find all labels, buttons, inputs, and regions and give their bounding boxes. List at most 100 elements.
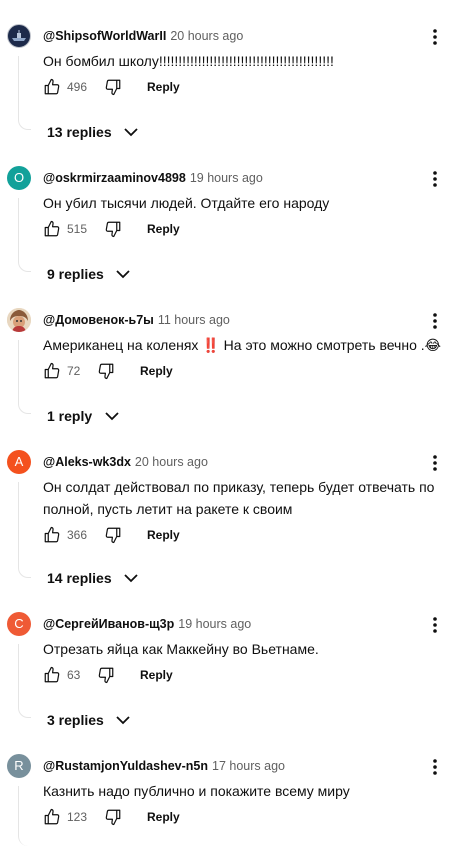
comment: С @СергейИванов-щ3р 19 hours ago Отрезать… — [0, 612, 464, 732]
comment-author[interactable]: @RustamjonYuldashev-n5n — [43, 759, 208, 773]
comment-header: @RustamjonYuldashev-n5n 17 hours ago — [43, 758, 285, 774]
comment-text-part: На это можно смотреть вечно . — [219, 337, 425, 353]
thread-line — [18, 198, 31, 272]
thumb-up-icon — [44, 666, 60, 683]
thumb-up-icon — [44, 78, 60, 95]
replies-count-label: 13 replies — [47, 124, 112, 140]
comment-actions: 72 Reply — [43, 362, 203, 380]
thumb-down-icon — [105, 527, 121, 544]
comment-author[interactable]: @Aleks-wk3dx — [43, 455, 131, 469]
comment-header: @oskrmirzaaminov4898 19 hours ago — [43, 170, 263, 186]
more-actions-button[interactable] — [424, 614, 446, 636]
comment-actions: 496 Reply — [43, 78, 203, 96]
more-actions-button[interactable] — [424, 168, 446, 190]
comment-actions: 63 Reply — [43, 666, 203, 684]
reply-button[interactable]: Reply — [140, 363, 173, 379]
comment-author[interactable]: @СергейИванов-щ3р — [43, 617, 174, 631]
reply-button[interactable]: Reply — [147, 809, 180, 825]
replies-count-label: 9 replies — [47, 266, 104, 282]
comment-author[interactable]: @Домовенок-ь7ы — [43, 313, 154, 327]
reply-button[interactable]: Reply — [147, 79, 180, 95]
comment-time[interactable]: 17 hours ago — [212, 759, 285, 773]
dislike-button[interactable] — [97, 362, 115, 380]
more-vert-icon — [433, 313, 437, 329]
thread-line — [18, 644, 31, 718]
thread-line — [18, 340, 31, 414]
thumb-up-icon — [44, 526, 60, 543]
like-count: 72 — [67, 364, 81, 378]
more-vert-icon — [433, 29, 437, 45]
comment-author[interactable]: @oskrmirzaaminov4898 — [43, 171, 186, 185]
like-button[interactable] — [43, 526, 61, 544]
comment-text: Он солдат действовал по приказу, теперь … — [43, 479, 435, 517]
view-replies-button[interactable]: 9 replies — [47, 265, 131, 283]
reply-button[interactable]: Reply — [147, 221, 180, 237]
view-replies-button[interactable]: 14 replies — [47, 569, 139, 587]
comment-header: @СергейИванов-щ3р 19 hours ago — [43, 616, 251, 632]
character-avatar-icon — [7, 308, 31, 332]
view-replies-button[interactable]: 1 reply — [47, 407, 120, 425]
comment-header: @ShipsofWorldWarII 20 hours ago — [43, 28, 243, 44]
more-actions-button[interactable] — [424, 756, 446, 778]
like-button[interactable] — [43, 78, 61, 96]
thread-line — [18, 56, 31, 130]
view-replies-button[interactable]: 3 replies — [47, 711, 131, 729]
chevron-down-icon — [124, 574, 138, 583]
thumb-down-icon — [98, 667, 114, 684]
thumb-down-icon — [105, 809, 121, 826]
avatar-initial: R — [14, 758, 24, 773]
like-button[interactable] — [43, 666, 61, 684]
like-button[interactable] — [43, 808, 61, 826]
comment-text: Отрезать яйца как Маккейну во Вьетнаме. — [43, 641, 319, 657]
comment-time[interactable]: 20 hours ago — [170, 29, 243, 43]
comment-actions: 515 Reply — [43, 220, 203, 238]
double-exclamation-emoji: ‼️ — [202, 337, 220, 353]
thumb-down-icon — [98, 363, 114, 380]
reply-button[interactable]: Reply — [140, 667, 173, 683]
comment-actions: 366 Reply — [43, 526, 203, 544]
dislike-button[interactable] — [104, 526, 122, 544]
chevron-down-icon — [116, 716, 130, 725]
avatar[interactable]: R — [7, 754, 31, 778]
avatar-initial: O — [13, 170, 25, 185]
avatar-initial: A — [14, 454, 24, 469]
like-count: 515 — [67, 222, 88, 236]
avatar[interactable] — [7, 24, 31, 48]
comment-time[interactable]: 20 hours ago — [135, 455, 208, 469]
comment-text: Он бомбил школу!!!!!!!!!!!!!!!!!!!!!!!!!… — [43, 53, 334, 69]
laughing-emoji: 😂 — [424, 337, 442, 353]
comment-text: Казнить надо публично и покажите всему м… — [43, 783, 350, 799]
more-actions-button[interactable] — [424, 310, 446, 332]
avatar[interactable]: С — [7, 612, 31, 636]
dislike-button[interactable] — [97, 666, 115, 684]
thread-line — [18, 786, 31, 846]
comment-author[interactable]: @ShipsofWorldWarII — [43, 29, 166, 43]
avatar[interactable] — [7, 308, 31, 332]
thumb-up-icon — [44, 362, 60, 379]
replies-count-label: 1 reply — [47, 408, 93, 424]
more-actions-button[interactable] — [424, 452, 446, 474]
thumb-up-icon — [44, 220, 60, 237]
comment: @Домовенок-ь7ы 11 hours ago Американец на… — [0, 308, 464, 428]
comment-header: @Aleks-wk3dx 20 hours ago — [43, 454, 208, 470]
comment-time[interactable]: 19 hours ago — [178, 617, 251, 631]
comment-time[interactable]: 19 hours ago — [190, 171, 263, 185]
dislike-button[interactable] — [104, 78, 122, 96]
view-replies-button[interactable]: 13 replies — [47, 123, 139, 141]
comment-time[interactable]: 11 hours ago — [158, 313, 230, 327]
avatar[interactable]: O — [7, 166, 31, 190]
dislike-button[interactable] — [104, 808, 122, 826]
like-button[interactable] — [43, 220, 61, 238]
more-actions-button[interactable] — [424, 26, 446, 48]
comment-actions: 123 Reply — [43, 808, 203, 826]
comment-text-part: Американец на коленях — [43, 337, 203, 353]
like-button[interactable] — [43, 362, 61, 380]
avatar[interactable]: A — [7, 450, 31, 474]
more-vert-icon — [433, 617, 437, 633]
more-vert-icon — [433, 759, 437, 775]
chevron-down-icon — [104, 412, 119, 421]
comment-header: @Домовенок-ь7ы 11 hours ago — [43, 312, 230, 328]
dislike-button[interactable] — [104, 220, 122, 238]
thumb-down-icon — [105, 79, 121, 96]
reply-button[interactable]: Reply — [147, 527, 180, 543]
